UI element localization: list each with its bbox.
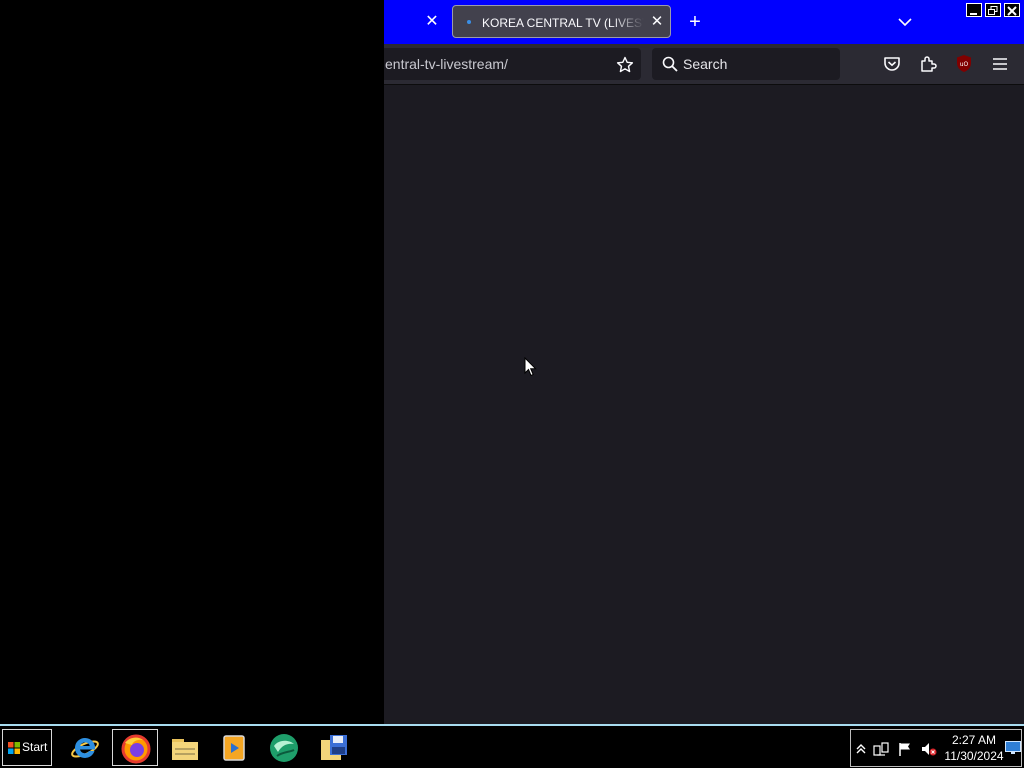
search-icon [662,56,678,72]
restore-button[interactable] [985,3,1001,17]
taskbar: Start 2:27 AM 11/30/2024 [0,724,1024,768]
media-player-icon [223,735,245,761]
hamburger-menu-icon[interactable] [988,52,1012,76]
taskbar-backup-app[interactable] [311,729,357,766]
clock-time[interactable]: 2:27 AM [946,733,1002,748]
close-icon[interactable]: ✕ [647,12,667,32]
desktop-background [0,0,384,724]
ublock-origin-icon[interactable]: uO [952,52,976,76]
address-bar[interactable]: entral-tv-livestream/ [384,48,641,80]
minimize-button[interactable] [966,3,982,17]
tab-loading-indicator [467,20,471,24]
tab-korea-central-tv[interactable]: KOREA CENTRAL TV (LIVESTREAM) ✕ [452,5,671,38]
mouse-cursor-icon [524,357,537,377]
floppy-folder-icon [321,735,347,760]
network-icon[interactable] [873,741,889,757]
search-input[interactable]: Search [652,48,840,80]
internet-explorer-icon [71,737,99,758]
windows-flag-icon [8,742,20,754]
show-hidden-icons-icon[interactable] [853,741,869,757]
close-icon[interactable]: ✕ [422,12,442,32]
show-desktop-icon[interactable] [1005,741,1021,755]
start-label: Start [22,740,48,754]
firefox-icon [121,734,151,764]
close-window-button[interactable] [1004,3,1020,17]
action-center-flag-icon[interactable] [897,741,913,757]
folder-icon [172,739,198,760]
green-globe-icon [270,734,298,762]
page-content[interactable] [384,85,1024,724]
taskbar-green-app[interactable] [261,729,307,766]
svg-text:uO: uO [960,61,969,68]
taskbar-media-player[interactable] [211,729,257,766]
taskbar-internet-explorer[interactable] [62,729,108,766]
url-text[interactable]: entral-tv-livestream/ [385,56,508,72]
clock-date[interactable]: 11/30/2024 [943,749,1005,764]
star-icon[interactable] [616,56,634,74]
navigation-toolbar: entral-tv-livestream/ Search uO [384,44,1024,84]
taskbar-firefox[interactable] [112,729,158,766]
tab-strip: ✕ KOREA CENTRAL TV (LIVESTREAM) ✕ + [384,0,1024,44]
tab-title: KOREA CENTRAL TV (LIVESTREAM) [482,16,644,30]
start-button[interactable]: Start [2,729,52,766]
system-tray: 2:27 AM 11/30/2024 [850,729,1022,767]
chevron-down-icon[interactable] [894,12,916,32]
speaker-muted-icon[interactable] [921,741,937,757]
new-tab-button[interactable]: + [684,11,706,33]
firefox-window: ✕ KOREA CENTRAL TV (LIVESTREAM) ✕ + entr… [384,0,1024,724]
taskbar-file-explorer[interactable] [162,729,208,766]
search-placeholder: Search [683,56,728,72]
pocket-icon[interactable] [880,52,904,76]
puzzle-icon[interactable] [916,52,940,76]
